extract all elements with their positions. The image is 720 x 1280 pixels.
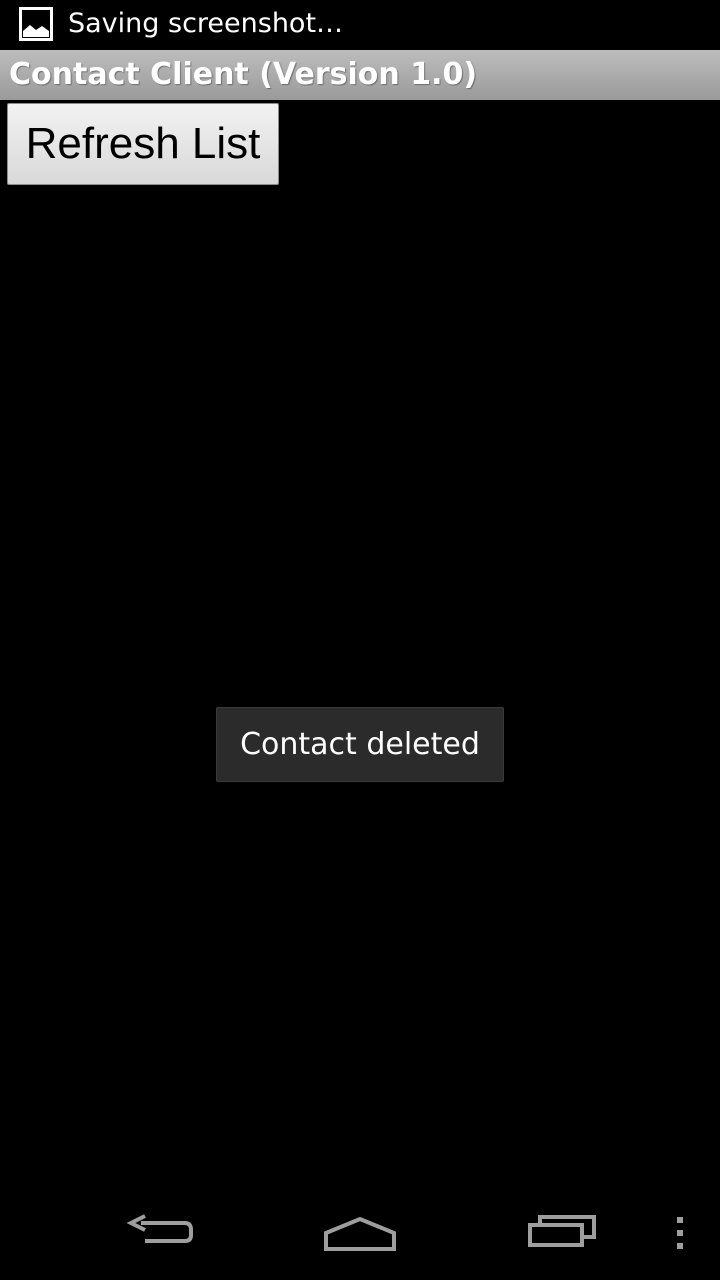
app-title: Contact Client (Version 1.0): [9, 57, 478, 92]
back-button[interactable]: [110, 1190, 210, 1280]
picture-icon: [19, 7, 53, 41]
screen: Saving screenshot… Contact Client (Versi…: [0, 0, 720, 1280]
overflow-menu-button[interactable]: [660, 1190, 700, 1280]
home-button[interactable]: [310, 1190, 410, 1280]
recent-apps-button[interactable]: [512, 1190, 612, 1280]
status-bar: Saving screenshot…: [0, 0, 720, 50]
navigation-bar: [0, 1190, 720, 1280]
overflow-menu-icon: [675, 1216, 685, 1254]
title-bar: Contact Client (Version 1.0): [0, 50, 720, 100]
notification-text: Saving screenshot…: [68, 8, 344, 39]
toast-message: Contact deleted: [216, 707, 504, 782]
recent-apps-icon: [526, 1213, 598, 1257]
home-icon: [322, 1213, 398, 1257]
back-arrow-icon: [125, 1213, 195, 1257]
refresh-list-button[interactable]: Refresh List: [7, 103, 279, 185]
